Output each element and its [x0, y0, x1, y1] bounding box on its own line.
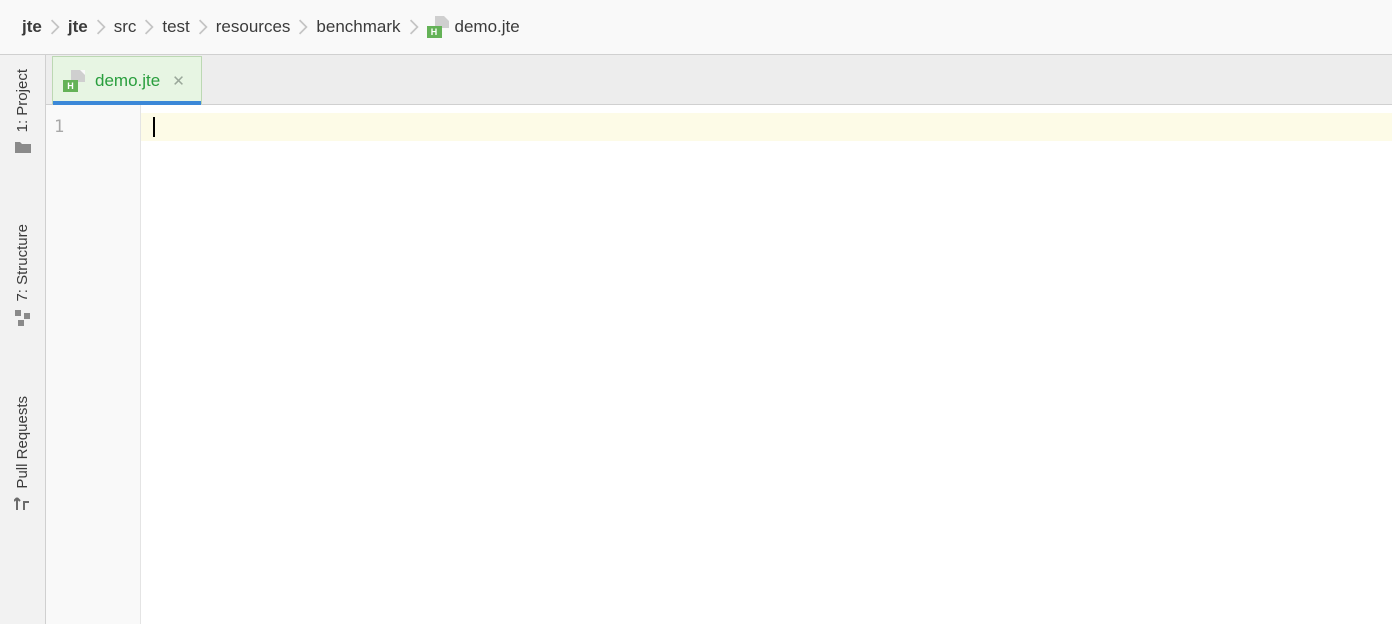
jte-file-icon: H	[427, 16, 449, 38]
breadcrumb-item-file[interactable]: H demo.jte	[421, 12, 526, 42]
tool-pull-requests[interactable]: Pull Requests	[14, 390, 32, 519]
line-number: 1	[54, 113, 140, 141]
structure-icon	[15, 310, 31, 326]
chevron-right-icon	[198, 19, 208, 35]
chevron-right-icon	[144, 19, 154, 35]
breadcrumb-item-resources[interactable]: resources	[210, 13, 297, 41]
text-cursor	[153, 117, 155, 137]
tool-label: 7: Structure	[14, 224, 31, 302]
gutter: 1	[46, 105, 141, 624]
tool-label: 1: Project	[14, 69, 31, 132]
editor[interactable]: 1	[46, 105, 1392, 624]
folder-icon	[14, 140, 32, 154]
chevron-right-icon	[96, 19, 106, 35]
tool-label: Pull Requests	[14, 396, 31, 489]
chevron-right-icon	[298, 19, 308, 35]
breadcrumb-item-jte[interactable]: jte	[62, 13, 94, 41]
chevron-right-icon	[50, 19, 60, 35]
breadcrumb-item-src[interactable]: src	[108, 13, 143, 41]
tool-window-strip: 1: Project 7: Structure Pull Requests	[0, 55, 46, 624]
jte-file-icon: H	[63, 70, 85, 92]
chevron-right-icon	[409, 19, 419, 35]
tab-demo-jte[interactable]: H demo.jte ✕	[52, 56, 202, 104]
breadcrumb-item-jte-root[interactable]: jte	[16, 13, 48, 41]
editor-tabs: H demo.jte ✕	[46, 55, 1392, 105]
code-area[interactable]	[141, 105, 1392, 624]
close-icon[interactable]: ✕	[170, 70, 187, 92]
tool-project[interactable]: 1: Project	[14, 63, 32, 160]
breadcrumb-item-benchmark[interactable]: benchmark	[310, 13, 406, 41]
tool-structure[interactable]: 7: Structure	[14, 218, 31, 332]
tab-title: demo.jte	[95, 71, 160, 91]
breadcrumb: jte jte src test resources benchmark H d…	[0, 0, 1392, 55]
breadcrumb-item-test[interactable]: test	[156, 13, 195, 41]
pull-request-icon	[14, 496, 32, 512]
current-line-highlight	[141, 113, 1392, 141]
